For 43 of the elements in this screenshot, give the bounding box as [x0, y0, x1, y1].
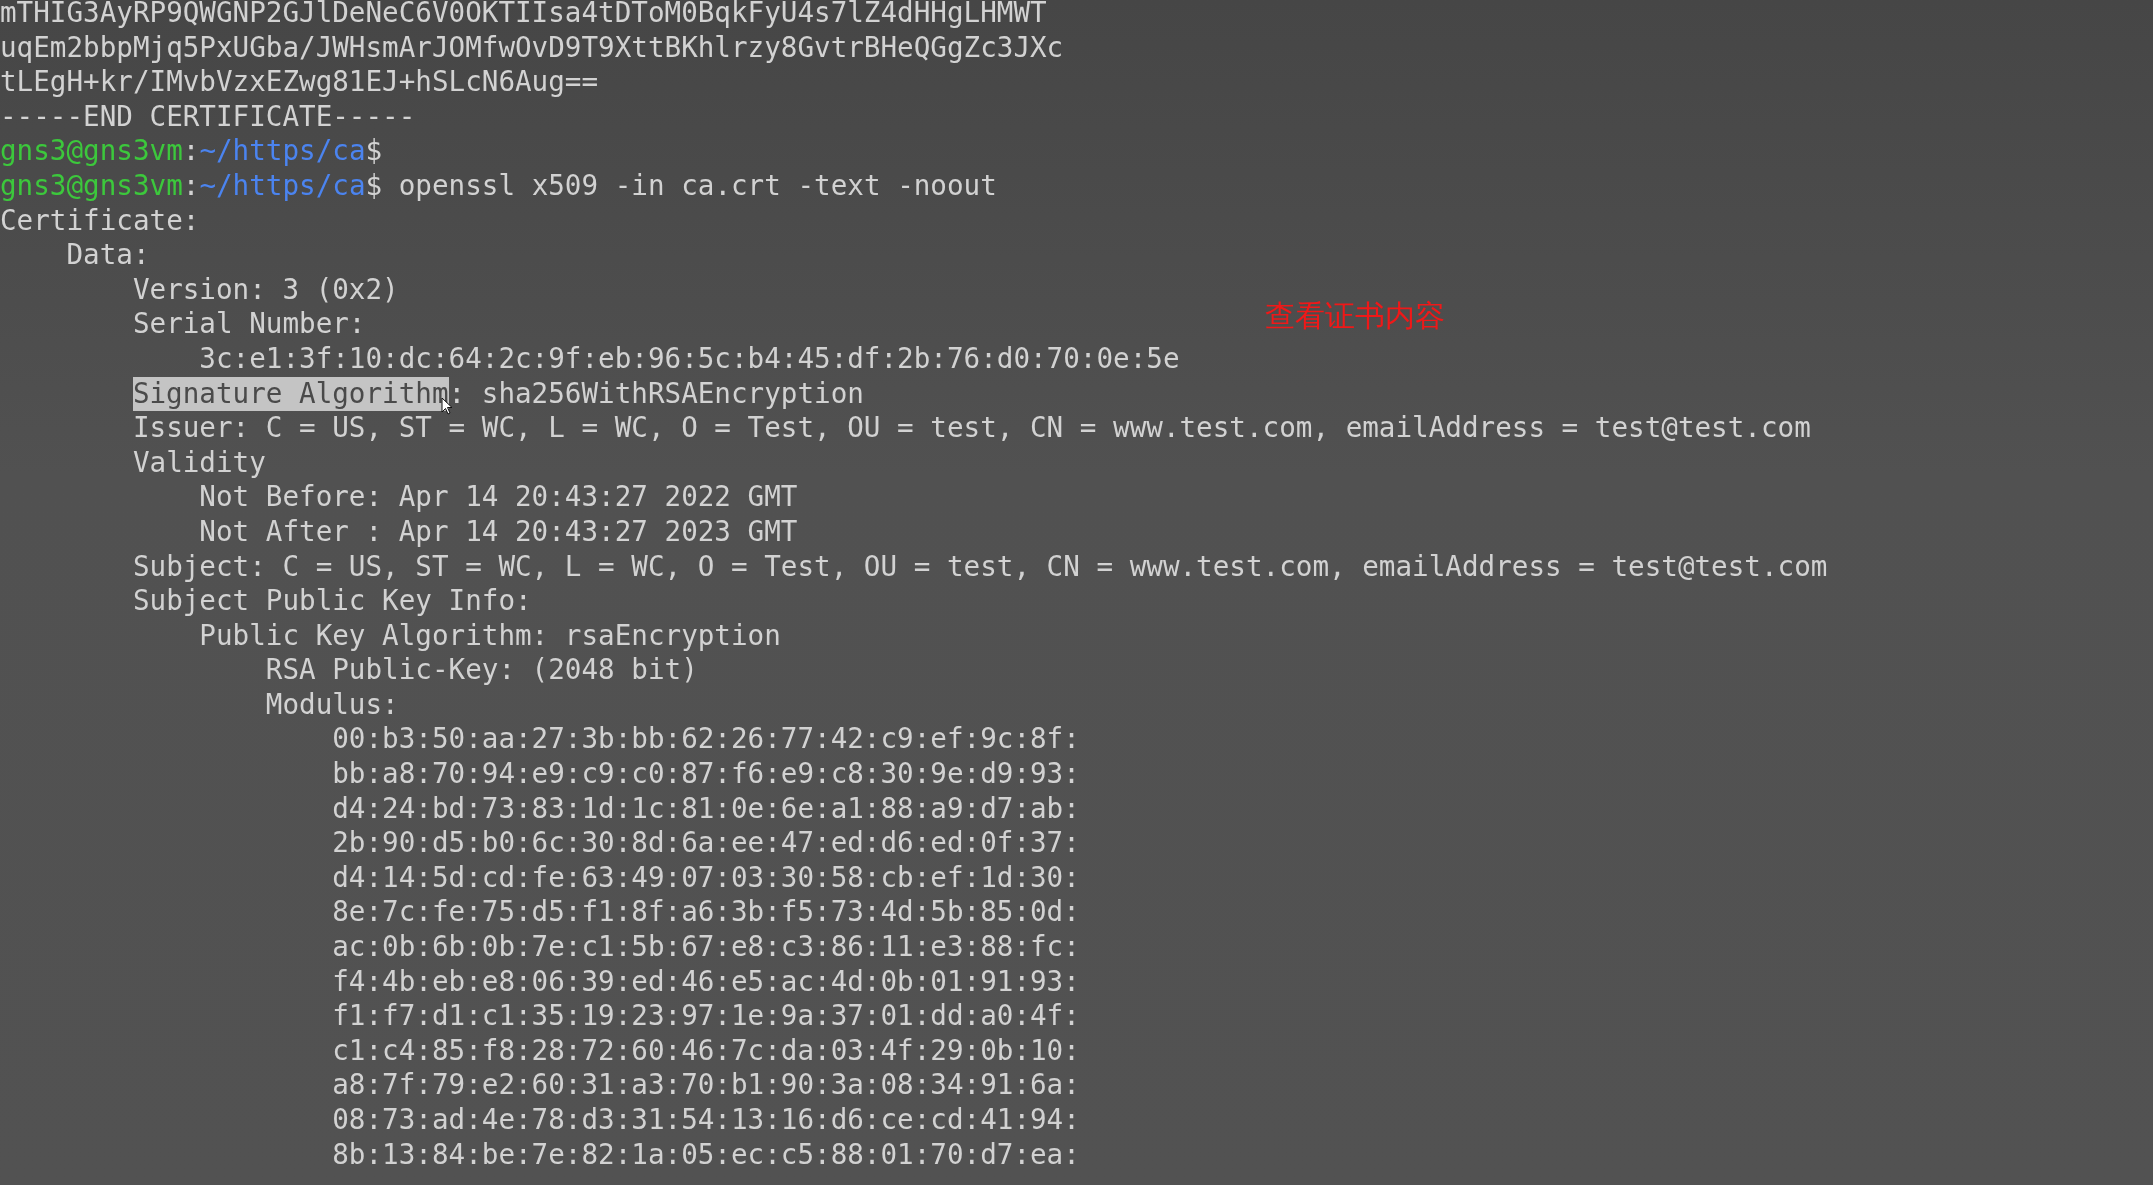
terminal-text: 2b:90:d5:b0:6c:30:8d:6a:ee:47:ed:d6:ed:0f:37:: [331, 826, 1080, 861]
terminal-text: Validity: [131, 445, 266, 481]
terminal-text: Serial Number:: [131, 307, 366, 342]
terminal-text: Not Before: Apr 14 20:43:27 2022 GMT: [198, 480, 798, 515]
terminal-text: $: [365, 134, 383, 169]
terminal-text: Public Key Algorithm: rsaEncryption: [198, 618, 781, 654]
terminal-text: a8:7f:79:e2:60:31:a3:70:b1:90:3a:08:34:91:6a:: [331, 1068, 1080, 1103]
terminal-text: $ openssl x509 -in ca.crt -text -noout: [365, 168, 997, 204]
terminal-text: 00:b3:50:aa:27:3b:bb:62:26:77:42:c9:ef:9c:8f:: [331, 722, 1080, 758]
terminal-text: Subject: C = US, ST = WC, L = WC, O = Test, OU = test, CN = www.test.com, emailAddress = test@test.com: [131, 549, 1828, 585]
terminal-text: Subject Public Key Info:: [131, 584, 532, 619]
terminal-text: d4:14:5d:cd:fe:63:49:07:03:30:58:cb:ef:1d:30:: [331, 860, 1080, 896]
terminal-text: Modulus:: [264, 687, 399, 723]
selected-text: Signature Algorithm: [132, 376, 449, 412]
prompt-path: ~/https/ca: [199, 168, 366, 204]
terminal-text: IG3AyRP9QWGNP2GJlDeNeC6V0OKTIIsa4tDToM0BqkFyU4s7lZ4dHHgLHMWT: [49, 0, 1047, 31]
terminal-text: mTH: [0, 0, 50, 31]
terminal-text: ac:0b:6b:0b:7e:c1:5b:67:e8:c3:86:11:e3:88:fc:: [331, 930, 1080, 965]
prompt-user: gns3@gns3vm: [0, 134, 183, 169]
annotation-text: 查看证书内容: [1265, 298, 1445, 334]
prompt-user: gns3@gns3vm: [0, 168, 183, 204]
terminal-text: Data:: [65, 238, 150, 273]
terminal-text: 3c:e1:3f:10:dc:64:2c:9f:eb:96:5c:b4:45:df:2b:76:d0:70:0e:5e: [198, 341, 1180, 377]
terminal-text: :: [182, 134, 200, 169]
terminal-text: RSA Public-Key: (2048 bit): [264, 653, 698, 688]
prompt-path: ~/https/ca: [199, 134, 366, 169]
terminal-text: uqEm2bbpMjq5PxUGba/JWHsmArJOMfwOvD9T9XttBKhlrzy8GvtrBHeQGgZc3JXc: [0, 30, 1064, 66]
terminal-text: 08:73:ad:4e:78:d3:31:54:13:16:d6:ce:cd:41:94:: [331, 1103, 1080, 1138]
terminal-text: Certificate:: [0, 203, 200, 239]
terminal-text: d4:24:bd:73:83:1d:1c:81:0e:6e:a1:88:a9:d7:ab:: [331, 791, 1080, 827]
terminal-text: Issuer: C = US, ST = WC, L = WC, O = Test, OU = test, CN = www.test.com, emailAddress = test@test.com: [131, 411, 1811, 446]
terminal-text: -----END CERTIFICATE-----: [0, 99, 416, 135]
terminal-text: tLEgH+kr/IMvbVzxEZwg81EJ+hSLcN6Aug==: [0, 65, 599, 100]
terminal-text: Not After : Apr 14 20:43:27 2023 GMT: [198, 514, 798, 550]
terminal-text: 8b:13:84:be:7e:82:1a:05:ec:c5:88:01:70:d7:ea:: [331, 1137, 1080, 1173]
terminal-text: f1:f7:d1:c1:35:19:23:97:1e:9a:37:01:dd:a0:4f:: [331, 999, 1080, 1034]
terminal-text: bb:a8:70:94:e9:c9:c0:87:f6:e9:c8:30:9e:d9:93:: [331, 757, 1080, 792]
terminal-text: c1:c4:85:f8:28:72:60:46:7c:da:03:4f:29:0b:10:: [331, 1033, 1080, 1069]
terminal-text: Version: 3 (0x2): [131, 272, 399, 308]
terminal-text: 8e:7c:fe:75:d5:f1:8f:a6:3b:f5:73:4d:5b:85:0d:: [331, 895, 1080, 931]
terminal-text: : sha256WithRSAEncryption: [448, 376, 864, 412]
terminal-text: f4:4b:eb:e8:06:39:ed:46:e5:ac:4d:0b:01:91:93:: [331, 964, 1080, 1000]
terminal-text: :: [182, 168, 200, 204]
